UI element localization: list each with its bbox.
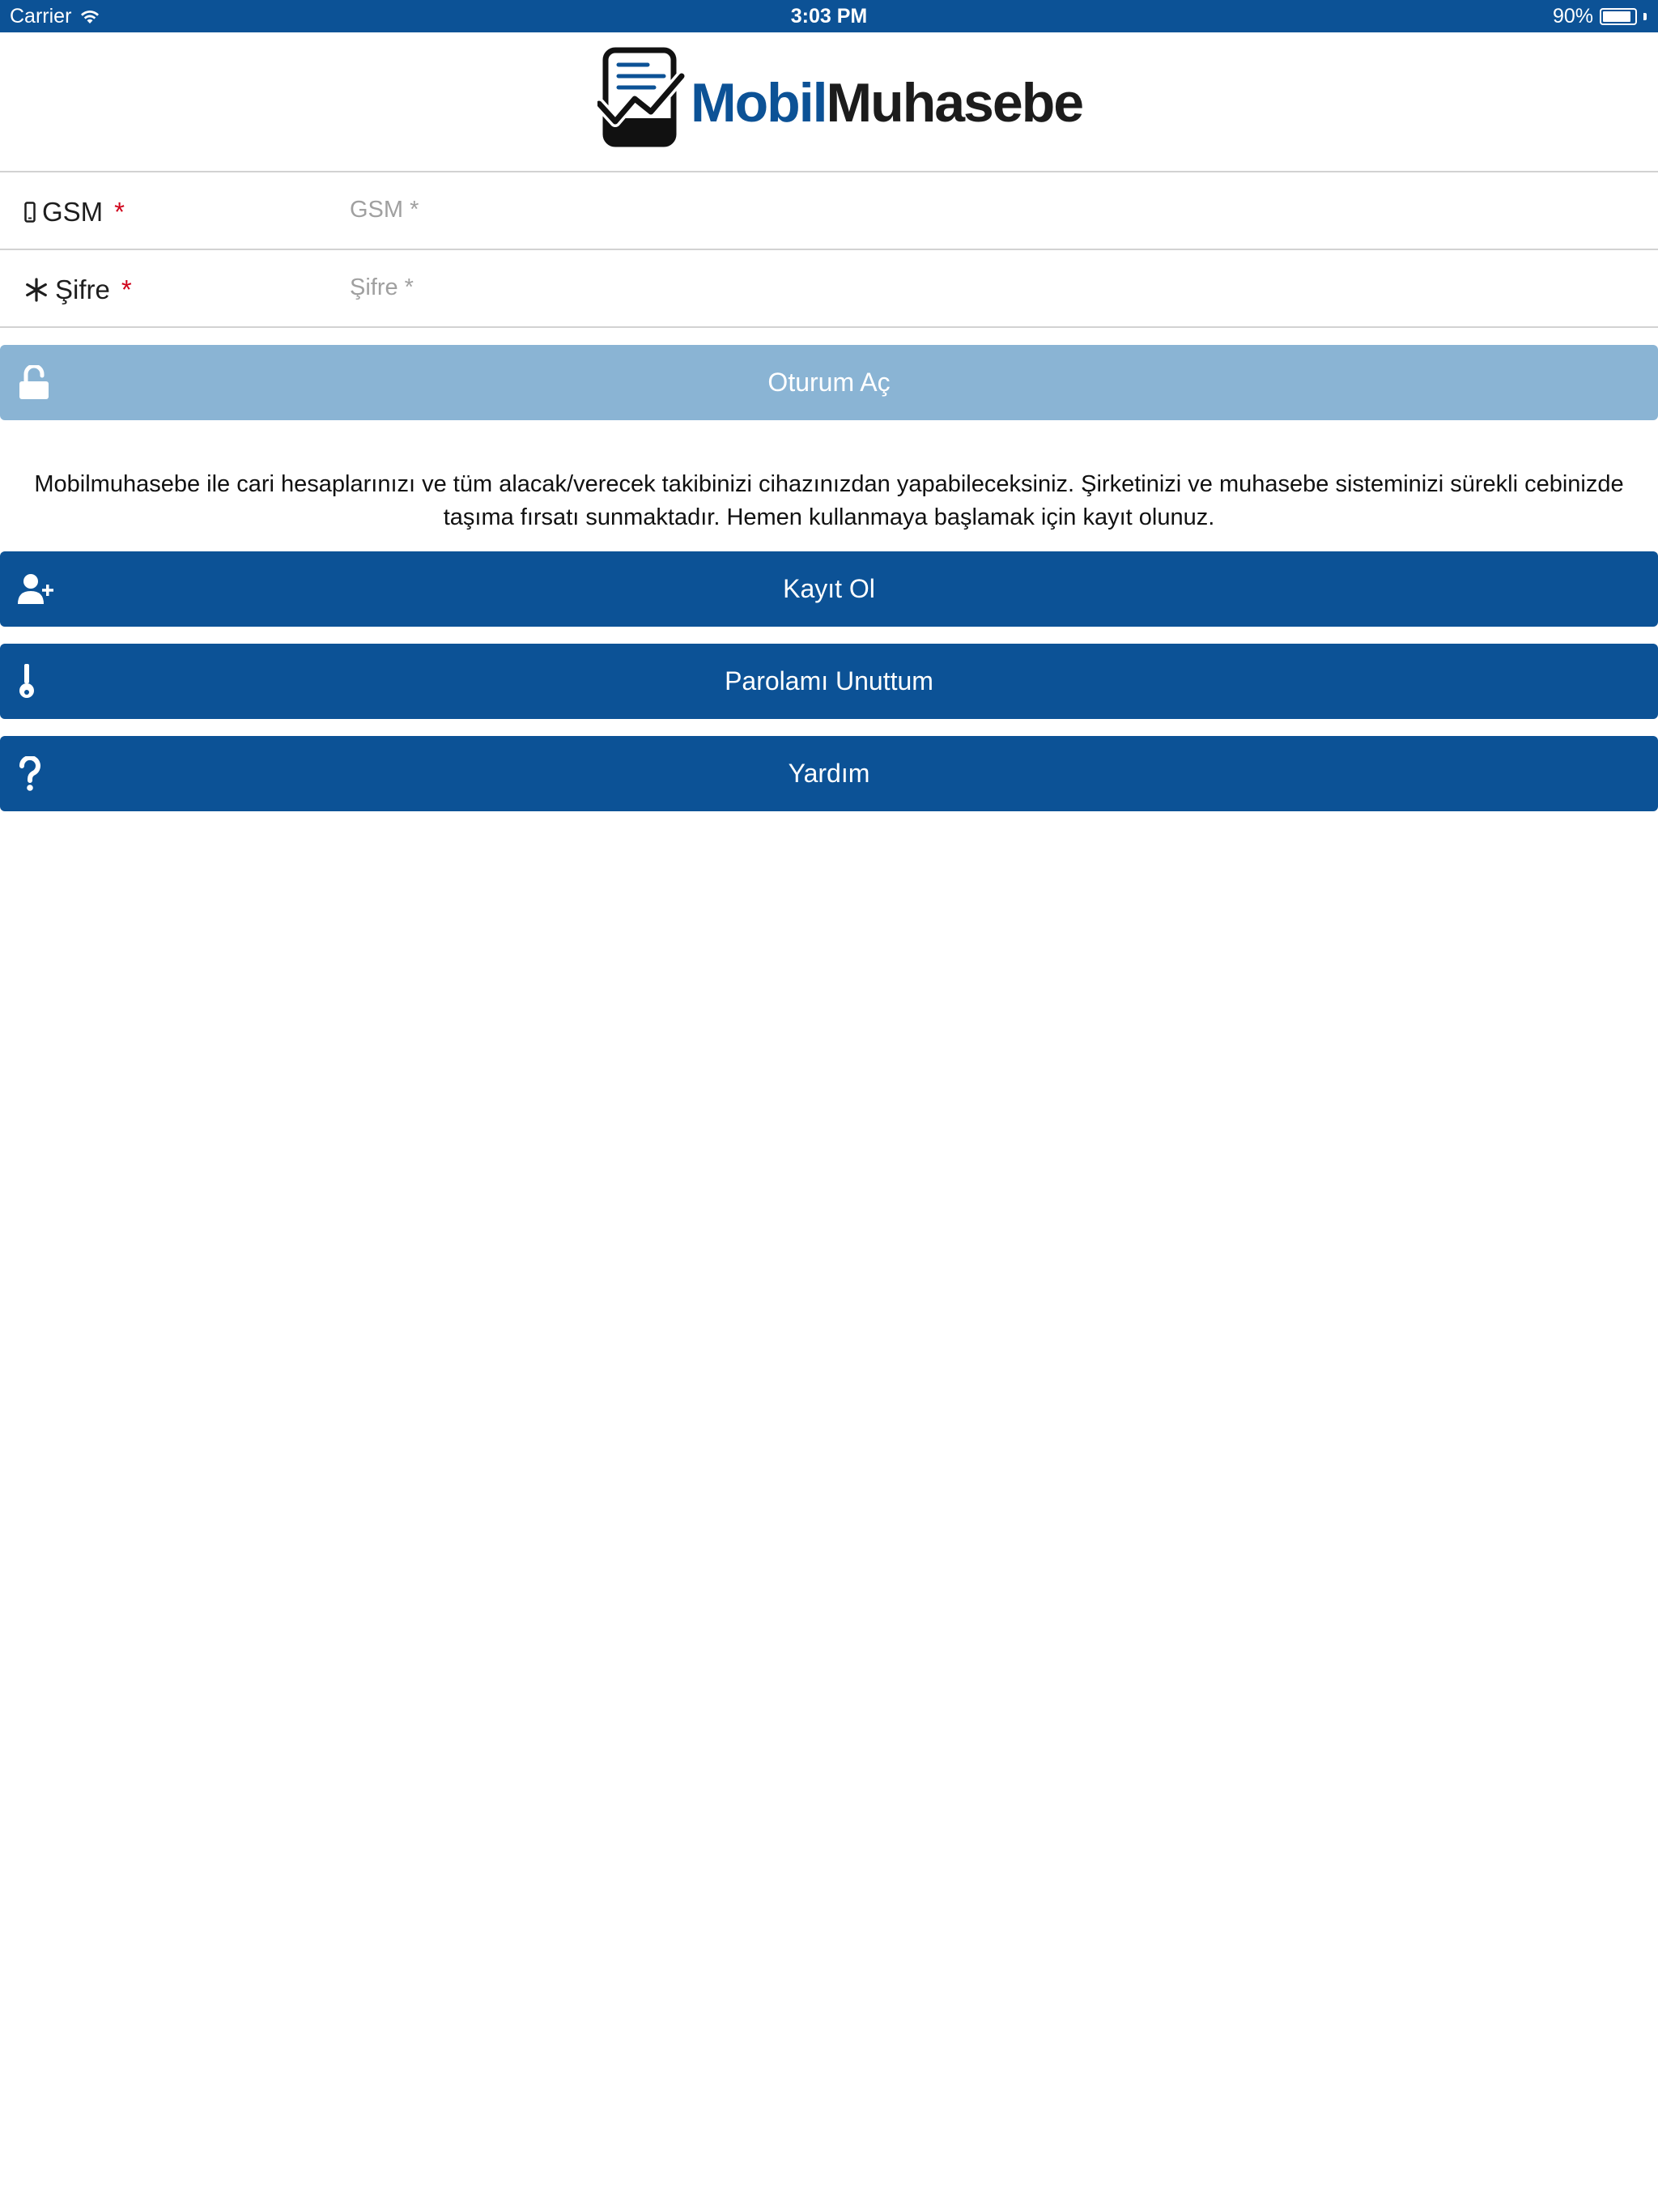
logo-wordmark: MobilMuhasebe — [691, 71, 1085, 134]
help-button[interactable]: Yardım — [0, 736, 1658, 811]
battery-percent: 90% — [1552, 5, 1593, 28]
forgot-password-button[interactable]: Parolamı Unuttum — [0, 644, 1658, 719]
gsm-required-mark: * — [114, 197, 125, 227]
app-description: Mobilmuhasebe ile cari hesaplarınızı ve … — [34, 471, 1624, 530]
password-label: Şifre * — [24, 274, 132, 305]
battery-tip — [1643, 13, 1647, 20]
header: MobilMuhasebe — [0, 32, 1658, 172]
gsm-label: GSM * — [24, 197, 125, 228]
forgot-password-button-label: Parolamı Unuttum — [725, 666, 933, 696]
login-button-label: Oturum Aç — [767, 368, 891, 397]
gsm-row: GSM * — [0, 172, 1658, 250]
password-label-text: Şifre — [55, 274, 110, 304]
battery-icon — [1600, 8, 1637, 25]
unlock-icon — [18, 364, 50, 401]
key-icon — [18, 663, 36, 700]
gsm-label-text: GSM — [42, 197, 104, 227]
app-logo: MobilMuhasebe — [597, 47, 1084, 151]
register-button-label: Kayıt Ol — [783, 574, 875, 603]
battery-fill — [1603, 11, 1631, 22]
status-time: 3:03 PM — [790, 5, 868, 28]
document-chart-logo-icon — [597, 47, 687, 147]
password-required-mark: * — [121, 274, 132, 304]
register-button[interactable]: Kayıt Ol — [0, 551, 1658, 627]
password-row: Şifre * — [0, 250, 1658, 328]
help-button-label: Yardım — [788, 759, 870, 788]
mobile-phone-icon — [24, 202, 36, 223]
password-input[interactable] — [350, 265, 1629, 310]
status-bar: Carrier 3:03 PM 90% — [0, 0, 1658, 32]
logo-text-mobil: Mobil — [691, 72, 828, 134]
add-user-icon — [18, 573, 53, 606]
asterisk-icon — [26, 278, 47, 302]
logo-text-muhasebe: Muhasebe — [826, 72, 1085, 134]
status-right: 90% — [1553, 5, 1647, 28]
login-button[interactable]: Oturum Aç — [0, 345, 1658, 420]
question-mark-icon — [18, 755, 42, 792]
gsm-input[interactable] — [350, 187, 1629, 232]
